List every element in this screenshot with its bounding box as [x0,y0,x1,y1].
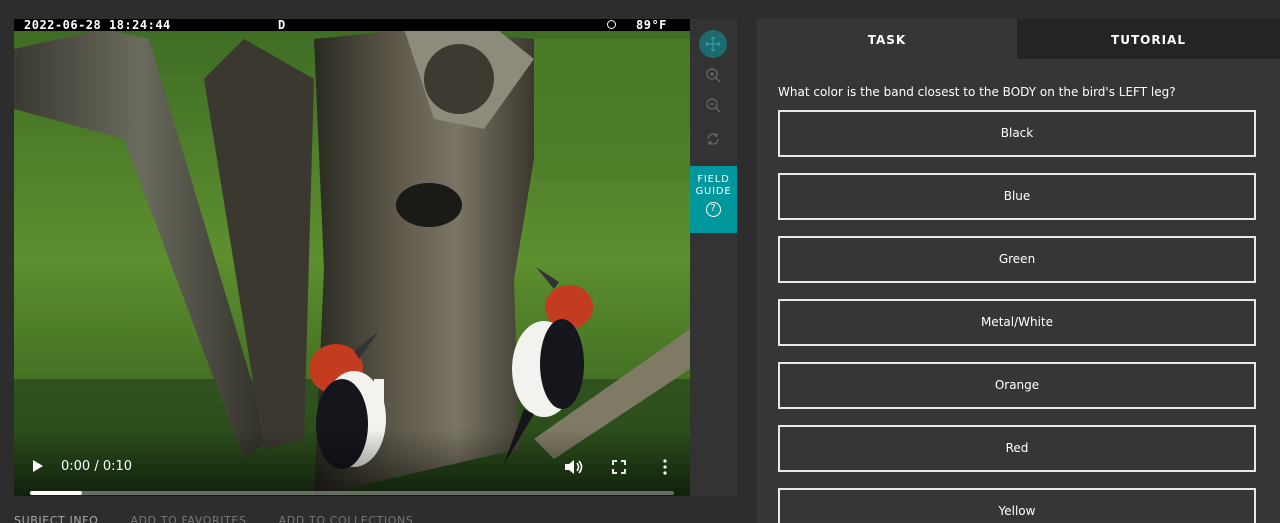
answer-button-orange[interactable]: Orange [778,362,1256,409]
fullscreen-icon[interactable] [612,460,626,474]
answer-button-red[interactable]: Red [778,425,1256,472]
zoom-in-button[interactable] [699,61,727,89]
answer-button-yellow[interactable]: Yellow [778,488,1256,523]
moon-phase-icon [607,20,616,29]
image-toolbar: FIELD GUIDE ? [690,19,737,496]
zoom-out-icon [706,98,721,113]
classify-page: 2022-06-28 18:24:44 D 89°F 0:00 / 0:10 F… [0,0,1280,523]
tab-task[interactable]: TASK [757,19,1017,59]
field-guide-button[interactable]: FIELD GUIDE ? [690,166,737,233]
answer-button-metal-white[interactable]: Metal/White [778,299,1256,346]
camera-timestamp-bar: 2022-06-28 18:24:44 D 89°F [14,19,690,31]
camera-timestamp: 2022-06-28 18:24:44 [24,19,171,32]
move-icon [705,36,721,52]
answer-button-blue[interactable]: Blue [778,173,1256,220]
subject-video[interactable]: 2022-06-28 18:24:44 D 89°F 0:00 / 0:10 [14,19,690,496]
video-controls: 0:00 / 0:10 [14,429,690,496]
add-to-collections-link[interactable]: ADD TO COLLECTIONS [279,514,414,523]
camera-temperature: 89°F [636,19,667,32]
task-panel: TASK TUTORIAL What color is the band clo… [757,19,1280,523]
video-progress-bar[interactable] [30,491,674,495]
task-tabs: TASK TUTORIAL [757,19,1280,59]
rotate-icon [707,133,719,145]
answer-button-black[interactable]: Black [778,110,1256,157]
answer-button-green[interactable]: Green [778,236,1256,283]
more-options-icon[interactable] [662,459,668,475]
task-question: What color is the band closest to the BO… [778,85,1176,99]
tab-tutorial[interactable]: TUTORIAL [1017,19,1280,59]
video-frame [14,19,690,496]
video-progress-fill [30,491,82,495]
field-guide-label-2: GUIDE [695,186,732,197]
zoom-out-button[interactable] [699,91,727,119]
volume-icon[interactable] [564,459,584,475]
camera-day-flag: D [278,19,286,32]
zoom-in-icon [706,68,721,83]
help-circle-icon: ? [706,202,721,217]
video-time: 0:00 / 0:10 [61,459,133,474]
subject-links: SUBJECT INFO ADD TO FAVORITES ADD TO COL… [14,514,441,523]
play-icon[interactable] [32,459,44,473]
subject-info-link[interactable]: SUBJECT INFO [14,514,98,523]
add-to-favorites-link[interactable]: ADD TO FAVORITES [130,514,246,523]
field-guide-label-1: FIELD [697,174,730,185]
rotate-button[interactable] [699,125,727,153]
move-tool-button[interactable] [699,30,727,58]
